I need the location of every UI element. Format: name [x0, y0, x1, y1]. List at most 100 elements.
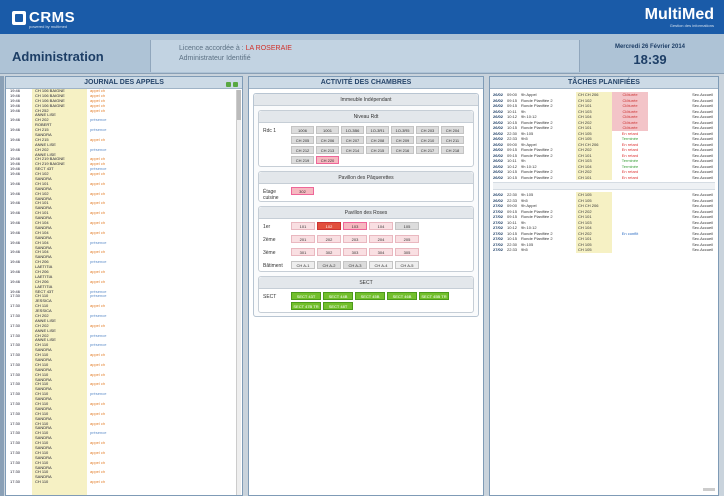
- crms-logo: CRMS powered by multimed: [12, 9, 75, 29]
- task-user: Sec.Accueil: [692, 174, 713, 180]
- room-cell[interactable]: 1O-3R1: [366, 126, 389, 134]
- room-cell[interactable]: CH 215: [366, 146, 389, 154]
- room-cell[interactable]: CH 216: [391, 146, 414, 154]
- room-cell[interactable]: CH 208: [366, 136, 389, 144]
- rdc-row: Rdc 1 1006 1001 1O-3B6 1O-3R1 1O-3R5 CH 203 CH…: [259, 123, 473, 166]
- room-cell[interactable]: 202: [317, 235, 341, 243]
- roses-floor-row: 3ème 301 302 303 304 305: [259, 245, 473, 258]
- roses-floor-row: 1er 101 102 103 104 105: [259, 219, 473, 232]
- room-cell[interactable]: CH 207: [341, 136, 364, 144]
- room-cell[interactable]: 302: [317, 248, 341, 256]
- crms-logo-icon: [12, 10, 26, 25]
- journal-title: JOURNAL DES APPELS: [84, 79, 164, 86]
- datetime: Mercredi 26 Février 2014 18:39: [582, 40, 718, 67]
- room-cell[interactable]: CH 219: [291, 156, 314, 164]
- room-cell[interactable]: CH 206: [316, 136, 339, 144]
- taches-today: 26/02 09:00 9h Appel CH CH 206 Clôturée Sec.A…: [493, 92, 715, 180]
- room-cell[interactable]: 101: [291, 222, 315, 230]
- taches-header: TÂCHES PLANIFIÉES: [490, 77, 718, 89]
- room-cell[interactable]: CH 204: [441, 126, 464, 134]
- room-cell[interactable]: CH 214: [341, 146, 364, 154]
- room-cell[interactable]: SECT 45B: [355, 292, 385, 300]
- immeuble-heading: Immeuble Indépendant: [254, 94, 478, 106]
- room-cell[interactable]: 302: [291, 187, 314, 195]
- task-row[interactable]: 27/02 22:33 9h5 CH 105 Sec.Accueil: [493, 247, 715, 253]
- room-cell[interactable]: 204: [369, 235, 393, 243]
- taches-separator: [493, 182, 715, 190]
- room-cell[interactable]: 201: [291, 235, 315, 243]
- room-cell[interactable]: 1O-3R5: [391, 126, 414, 134]
- floor-label: 3ème: [263, 250, 276, 256]
- task-hour: 22:33: [507, 247, 518, 252]
- top-bar: CRMS powered by multimed MultiMed Gestio…: [0, 0, 724, 34]
- rdc-rooms: 1006 1001 1O-3B6 1O-3R1 1O-3R5 CH 203 CH 204 CH…: [291, 126, 471, 166]
- roses-floor-row: 2ème 201 202 203 204 205: [259, 232, 473, 245]
- task-status: En retard: [621, 174, 639, 180]
- room-cell[interactable]: CH A-4: [369, 261, 393, 269]
- journal-scrollbar[interactable]: [236, 90, 241, 495]
- immeuble-section: Immeuble Indépendant Niveau Rdt Rdc 1 10…: [253, 93, 479, 317]
- paquerettes-row: Étage cuisine 302: [259, 184, 473, 201]
- room-cell[interactable]: CH A-1: [291, 261, 315, 269]
- room-cell[interactable]: CH A-5: [395, 261, 419, 269]
- room-cell[interactable]: CH A-3: [343, 261, 367, 269]
- room-cell[interactable]: 305: [395, 248, 419, 256]
- task-hour: 10:15: [507, 174, 518, 180]
- left-edge: [0, 76, 4, 496]
- filter-icon[interactable]: [233, 82, 238, 87]
- refresh-icon[interactable]: [226, 82, 231, 87]
- sect-row: SECT SECT 43T SECT 44B SECT 45B SECT 46B SEC…: [259, 289, 473, 312]
- room-cell[interactable]: CH 209: [391, 136, 414, 144]
- room-cell[interactable]: CH 210: [416, 136, 439, 144]
- paquerettes-group: Pavillon des Pâquerettes Étage cuisine 3…: [258, 171, 474, 202]
- task-room: CH 101: [576, 174, 612, 180]
- room-cell[interactable]: CH 217: [416, 146, 439, 154]
- room-cell[interactable]: 105: [395, 222, 419, 230]
- room-cell[interactable]: 304: [369, 248, 393, 256]
- room-cell[interactable]: SECT 43T: [291, 292, 321, 300]
- room-cell[interactable]: 301: [291, 248, 315, 256]
- room-cell[interactable]: CH 218: [441, 146, 464, 154]
- journal-list[interactable]: 19:46 CH 106 BAIGNE appel ch 19:46 CH 106 BA…: [6, 89, 242, 495]
- room-cell[interactable]: 203: [343, 235, 367, 243]
- room-cell[interactable]: SECT 48T: [323, 302, 353, 310]
- room-cell[interactable]: 103: [343, 222, 367, 230]
- room-cell[interactable]: CH 203: [416, 126, 439, 134]
- sect-heading: SECT: [259, 277, 473, 289]
- room-cell[interactable]: SECT 45B TR: [419, 292, 449, 300]
- room-cell[interactable]: SECT 47B TR: [291, 302, 321, 310]
- room-cell[interactable]: CH A-2: [317, 261, 341, 269]
- roses-floor-row: Bâtiment CH A-1 CH A-2 CH A-3 CH A-4 CH A-5: [259, 258, 473, 271]
- room-cell[interactable]: 205: [395, 235, 419, 243]
- task-row[interactable]: 26/02 10:15 Ronde Planifiée 2 CH 101 En reta…: [493, 174, 715, 180]
- room-cell[interactable]: SECT 44B: [323, 292, 353, 300]
- user-role: Administrateur Identifié: [179, 55, 251, 62]
- task-date: 26/02: [493, 174, 504, 180]
- roses-heading: Pavillon des Roses: [259, 207, 473, 219]
- scrollbar-thumb[interactable]: [237, 90, 241, 120]
- info-bar: Administration Licence accordée à : LA R…: [0, 34, 724, 74]
- room-cell[interactable]: CH 220: [316, 156, 339, 164]
- sect-group: SECT SECT SECT 43T SECT 44B SECT 45B SECT 4…: [258, 276, 474, 313]
- room-cell[interactable]: 1O-3B6: [341, 126, 364, 134]
- room-cell[interactable]: 1006: [291, 126, 314, 134]
- taches-title: TÂCHES PLANIFIÉES: [568, 79, 640, 86]
- journal-row[interactable]: 17:30 CH 110 appel ch: [6, 479, 242, 485]
- room-cell[interactable]: CH 205: [291, 136, 314, 144]
- taches-list[interactable]: 26/02 09:00 9h Appel CH CH 206 Clôturée Sec.A…: [490, 89, 718, 256]
- room-cell[interactable]: SECT 46B: [387, 292, 417, 300]
- room-cell[interactable]: 1001: [316, 126, 339, 134]
- room-cell[interactable]: CH 211: [441, 136, 464, 144]
- room-cell[interactable]: CH 213: [316, 146, 339, 154]
- floor-rooms: 101 102 103 104 105: [291, 222, 471, 232]
- room-cell[interactable]: 104: [369, 222, 393, 230]
- taches-scroll-handle[interactable]: [703, 488, 715, 491]
- room-cell[interactable]: CH 212: [291, 146, 314, 154]
- room-cell[interactable]: 303: [343, 248, 367, 256]
- crms-logo-subtitle: powered by multimed: [29, 24, 68, 29]
- niveau-group: Niveau Rdt Rdc 1 1006 1001 1O-3B6 1O-3R1 1O-…: [258, 110, 474, 167]
- chambres-panel: ACTIVITÉ DES CHAMBRES Immeuble Indépenda…: [248, 76, 484, 496]
- room-cell[interactable]: 102: [317, 222, 341, 230]
- journal-status: appel ch: [90, 479, 106, 485]
- multimed-logo-subtitle: Gestion des informations: [669, 23, 714, 28]
